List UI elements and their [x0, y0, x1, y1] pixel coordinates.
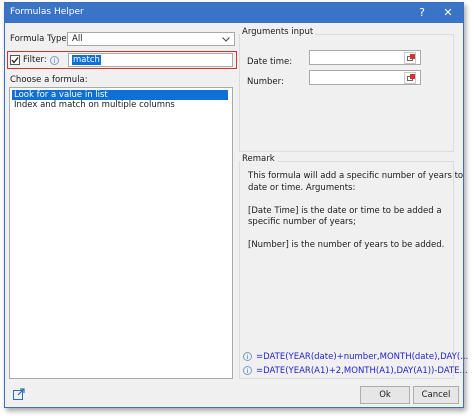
- arguments-title: Arguments input: [240, 27, 316, 37]
- chevron-down-icon: [222, 37, 230, 42]
- checkmark-icon: [11, 57, 19, 64]
- date-time-label: Date time:: [247, 57, 293, 67]
- range-picker-icon[interactable]: [404, 72, 416, 84]
- remark-line: [248, 194, 463, 206]
- remark-title: Remark: [240, 154, 277, 164]
- formula-example: =DATE(YEAR(A1)+2,MONTH(A1),DAY(A1))-DATE…: [256, 366, 468, 376]
- remark-line: date or time. Arguments:: [248, 182, 356, 193]
- info-icon: i: [243, 352, 252, 361]
- choose-formula-label: Choose a formula:: [10, 75, 88, 85]
- formula-list[interactable]: Look for a value in list Index and match…: [9, 87, 233, 379]
- filter-input-value: match: [72, 55, 101, 65]
- range-picker-icon[interactable]: [404, 52, 416, 64]
- remark-line: [Number] is the number of years to be ad…: [248, 240, 445, 250]
- info-icon: i: [243, 366, 252, 375]
- remark-line: [248, 229, 463, 241]
- remark-line: specific number of years;: [248, 217, 356, 227]
- title-bar: Formulas Helper ? ✕: [5, 3, 463, 23]
- number-label: Number:: [247, 77, 284, 87]
- remark-line: [Date Time] is the date or time to be ad…: [248, 205, 442, 216]
- ok-button[interactable]: Ok: [360, 386, 410, 404]
- filter-label: Filter:: [23, 55, 47, 65]
- formula-syntax: =DATE(YEAR(date)+number,MONTH(date),DAY(…: [256, 352, 469, 362]
- close-icon[interactable]: ✕: [435, 4, 461, 22]
- formula-type-label: Formula Type:: [10, 34, 70, 44]
- formulas-helper-dialog: Formulas Helper ? ✕ Formula Type: All Fi…: [4, 2, 468, 408]
- info-icon: i: [50, 56, 59, 65]
- remark-description: This formula will add a specific number …: [248, 171, 463, 252]
- filter-input[interactable]: match: [68, 53, 233, 67]
- list-item[interactable]: Index and match on multiple columns: [12, 100, 175, 110]
- filter-checkbox[interactable]: [10, 55, 20, 65]
- remark-line: This formula will add a specific number …: [248, 171, 464, 181]
- help-icon[interactable]: ?: [409, 4, 435, 22]
- external-link-icon[interactable]: [13, 388, 25, 400]
- list-item[interactable]: Look for a value in list: [12, 90, 228, 100]
- formula-type-dropdown[interactable]: All: [67, 32, 235, 46]
- formula-type-value: All: [72, 34, 83, 44]
- dialog-title: Formulas Helper: [10, 7, 84, 17]
- cancel-button[interactable]: Cancel: [413, 386, 459, 404]
